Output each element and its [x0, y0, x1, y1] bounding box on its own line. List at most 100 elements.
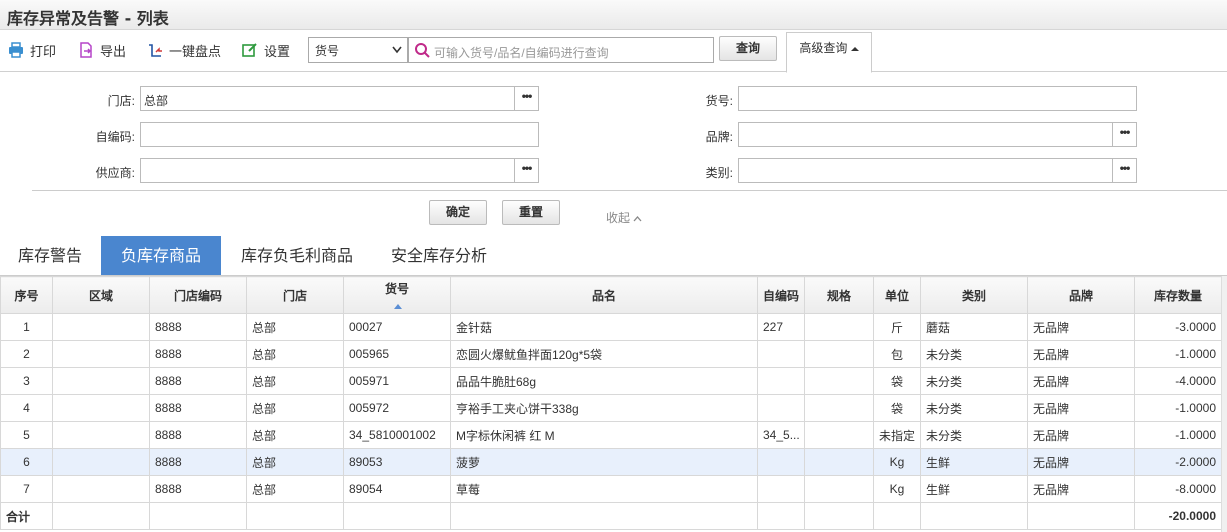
- col-header[interactable]: 规格: [804, 276, 874, 314]
- cell-unit: 斤: [873, 313, 921, 341]
- code-input[interactable]: [140, 122, 539, 147]
- table-row[interactable]: 7 8888 总部 89054 草莓 Kg 生鲜 无品牌 -8.0000: [0, 475, 1222, 503]
- cell-brand: 无品牌: [1027, 394, 1135, 422]
- cell-spec: [804, 421, 874, 449]
- settings-button[interactable]: 设置: [242, 40, 290, 60]
- col-header[interactable]: 自编码: [757, 276, 805, 314]
- col-header[interactable]: 类别: [920, 276, 1028, 314]
- cell-brand: 无品牌: [1027, 313, 1135, 341]
- category-picker-button[interactable]: •••: [1112, 159, 1136, 182]
- cell-sku: 005972: [343, 394, 451, 422]
- title-bar: 库存异常及告警 - 列表: [0, 0, 1227, 30]
- cell-row-index: 2: [0, 340, 53, 368]
- cell-product-name: 亨裕手工夹心饼干338g: [450, 394, 758, 422]
- reset-button[interactable]: 重置: [502, 200, 560, 225]
- cell-region: [52, 421, 150, 449]
- cell-store-code: 8888: [149, 367, 247, 395]
- col-header[interactable]: 单位: [873, 276, 921, 314]
- vertical-scrollbar[interactable]: [1221, 276, 1227, 532]
- tab-stock-warning[interactable]: 库存警告: [0, 236, 100, 275]
- store-label: 门店:: [107, 94, 135, 108]
- search-input[interactable]: 可输入货号/品名/自编码进行查询: [408, 37, 714, 63]
- col-header[interactable]: 品牌: [1027, 276, 1135, 314]
- cell-custom-code: [757, 475, 805, 503]
- export-icon: [80, 42, 92, 58]
- brand-input[interactable]: •••: [738, 122, 1137, 147]
- cell-sku: 89053: [343, 448, 451, 476]
- store-input[interactable]: 总部 •••: [140, 86, 539, 111]
- supplier-picker-button[interactable]: •••: [514, 159, 538, 182]
- settings-label: 设置: [264, 43, 291, 59]
- inventory-button[interactable]: 一键盘点: [147, 40, 221, 60]
- cell-brand: 无品牌: [1027, 340, 1135, 368]
- cell-unit: 未指定: [873, 421, 921, 449]
- table-row[interactable]: 1 8888 总部 00027 金针菇 227 斤蘑菇 无品牌 -3.0000: [0, 313, 1222, 341]
- cell-stock-qty: -8.0000: [1134, 475, 1222, 503]
- filter-divider: [32, 190, 1227, 191]
- table-row[interactable]: 3 8888 总部 005971 品品牛脆肚68g 袋未分类 无品牌 -4.0000: [0, 367, 1222, 395]
- confirm-button[interactable]: 确定: [429, 200, 487, 225]
- table-row[interactable]: 2 8888 总部 005965 恋圆火爆鱿鱼拌面120g*5袋 包未分类 无品牌 -1.00…: [0, 340, 1222, 368]
- store-value: 总部: [144, 94, 169, 108]
- cell-row-index: 5: [0, 421, 53, 449]
- cell-brand: 无品牌: [1027, 448, 1135, 476]
- table-row[interactable]: 5 8888 总部 34_5810001002 M字标休闲裤 红 M 34_5... 未指定…: [0, 421, 1222, 449]
- brand-picker-button[interactable]: •••: [1112, 123, 1136, 146]
- collapse-link[interactable]: 收起: [606, 209, 642, 226]
- col-header-sku[interactable]: 货号: [343, 276, 451, 314]
- export-label: 导出: [100, 43, 127, 59]
- tab-bar: 库存警告 负库存商品 库存负毛利商品 安全库存分析: [0, 236, 1227, 276]
- tab-negative-stock[interactable]: 负库存商品: [101, 236, 221, 275]
- cell-spec: [804, 394, 874, 422]
- cell-brand: 无品牌: [1027, 367, 1135, 395]
- search-icon: [415, 43, 430, 58]
- caret-up-icon: [850, 47, 859, 51]
- col-header[interactable]: 区域: [52, 276, 150, 314]
- print-button[interactable]: 打印: [8, 40, 56, 60]
- cell-category: 生鲜: [920, 448, 1028, 476]
- cell-category: 未分类: [920, 394, 1028, 422]
- search-field-select[interactable]: 货号: [308, 37, 408, 63]
- cell-store-code: 8888: [149, 340, 247, 368]
- tab-safety-stock[interactable]: 安全库存分析: [374, 236, 504, 275]
- cell-store-code: 8888: [149, 313, 247, 341]
- cell-sku: 005965: [343, 340, 451, 368]
- advanced-query-tab[interactable]: 高级查询: [786, 32, 872, 73]
- col-header[interactable]: 门店: [246, 276, 344, 314]
- cell-product-name: M字标休闲裤 红 M: [450, 421, 758, 449]
- cell-unit: 袋: [873, 367, 921, 395]
- cell-category: 生鲜: [920, 475, 1028, 503]
- store-picker-button[interactable]: •••: [514, 87, 538, 110]
- cell-region: [52, 394, 150, 422]
- cell-sku: 005971: [343, 367, 451, 395]
- table-row[interactable]: 4 8888 总部 005972 亨裕手工夹心饼干338g 袋未分类 无品牌 -1.0000: [0, 394, 1222, 422]
- col-header[interactable]: 品名: [450, 276, 758, 314]
- cell-category: 未分类: [920, 340, 1028, 368]
- cell-stock-qty: -1.0000: [1134, 340, 1222, 368]
- col-header[interactable]: 门店编码: [149, 276, 247, 314]
- query-button[interactable]: 查询: [719, 36, 777, 61]
- col-header-label: 货号: [384, 282, 409, 296]
- sku-input[interactable]: [738, 86, 1137, 111]
- cell-store: 总部: [246, 340, 344, 368]
- printer-icon: [9, 42, 23, 58]
- col-header[interactable]: 库存数量: [1134, 276, 1222, 314]
- stock-table: 序号 区域 门店编码 门店 货号 品名 自编码 规格 单位 类别 品牌 库存数量…: [0, 276, 1222, 530]
- table-row[interactable]: 6 8888 总部 89053 菠萝 Kg 生鲜 无品牌 -2.0000: [0, 448, 1222, 476]
- cell-sku: 00027: [343, 313, 451, 341]
- export-button[interactable]: 导出: [78, 40, 126, 60]
- col-header[interactable]: 序号: [0, 276, 53, 314]
- cell-category: 未分类: [920, 367, 1028, 395]
- cell-row-index: 3: [0, 367, 53, 395]
- category-input[interactable]: •••: [738, 158, 1137, 183]
- cell-stock-qty: -1.0000: [1134, 394, 1222, 422]
- cell-stock-qty: -3.0000: [1134, 313, 1222, 341]
- cell-product-name: 菠萝: [450, 448, 758, 476]
- cell-store-code: 8888: [149, 475, 247, 503]
- cell-region: [52, 367, 150, 395]
- inventory-icon: [149, 44, 162, 57]
- cell-custom-code: [757, 340, 805, 368]
- cell-store-code: 8888: [149, 394, 247, 422]
- tab-negative-margin[interactable]: 库存负毛利商品: [224, 236, 370, 275]
- supplier-input[interactable]: •••: [140, 158, 539, 183]
